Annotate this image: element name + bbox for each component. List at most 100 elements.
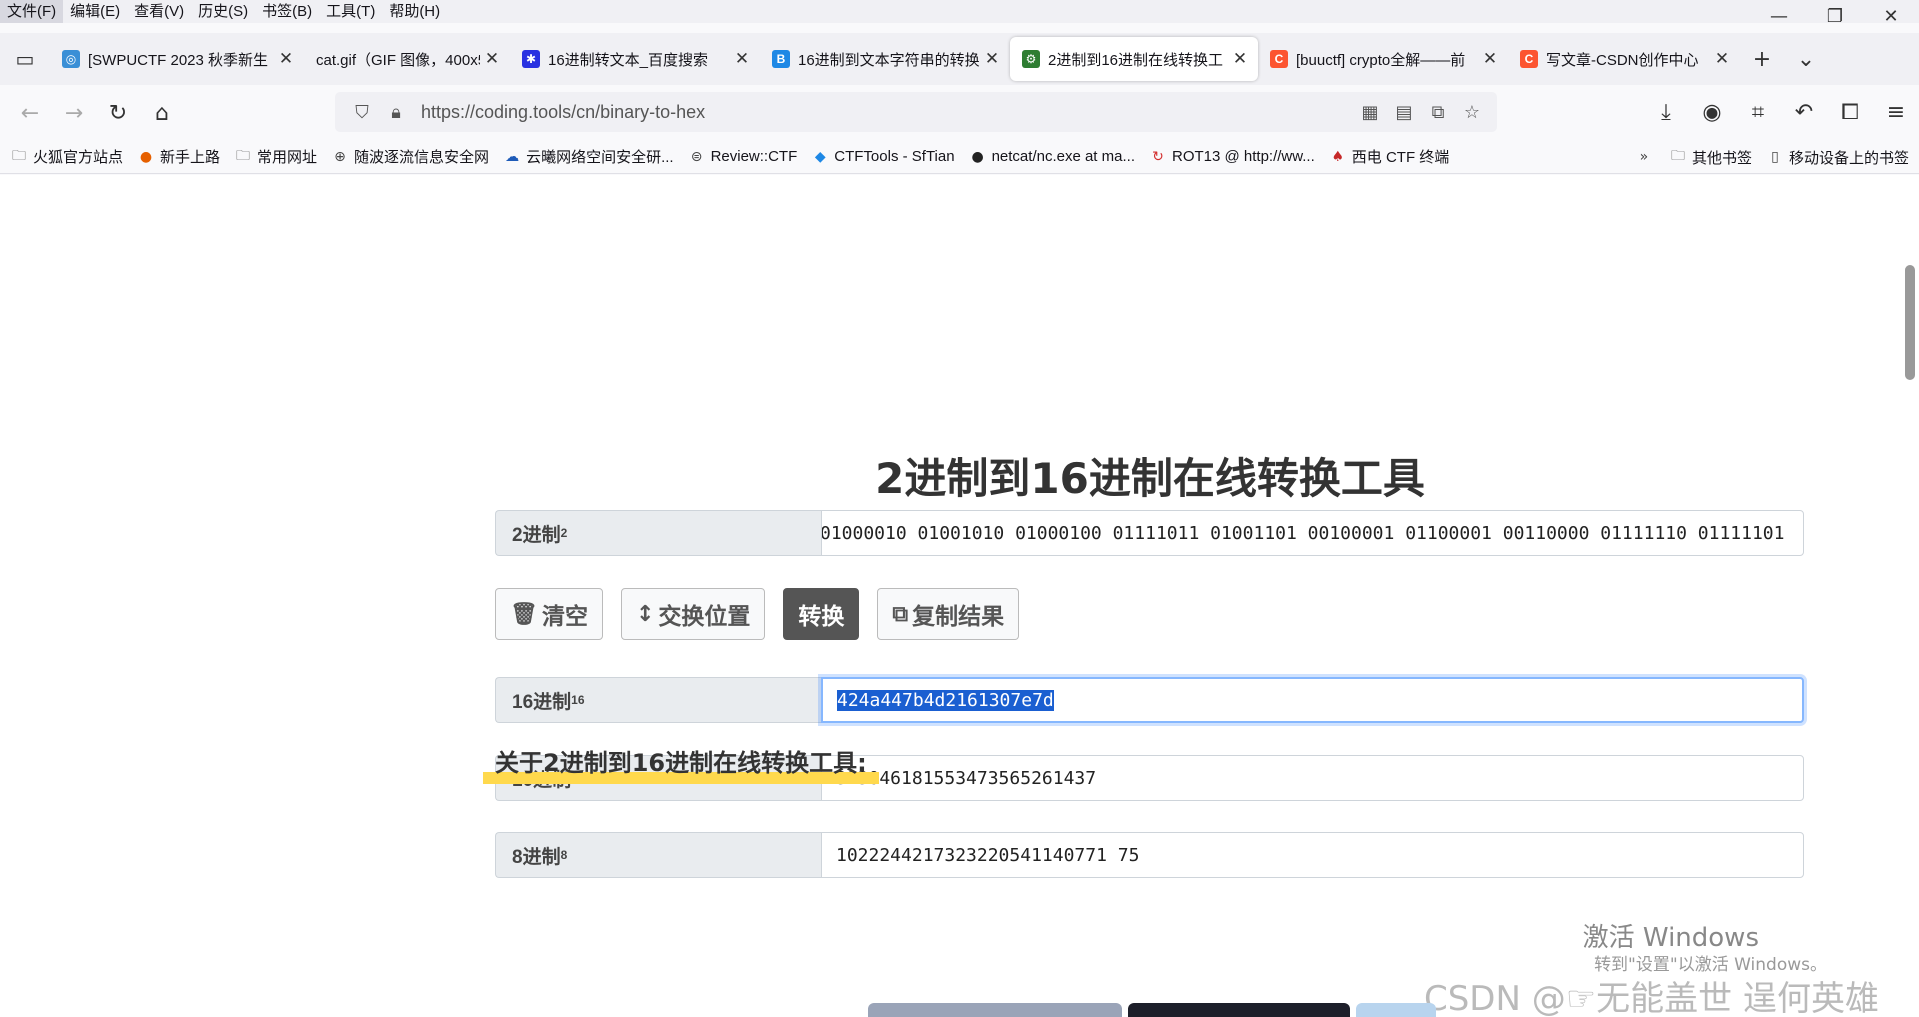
tab-favicon-icon: ◎ <box>62 50 80 68</box>
bookmark-label: 火狐官方站点 <box>33 149 124 166</box>
clear-button[interactable]: 🗑︎ 清空 <box>495 588 603 640</box>
menu-view[interactable]: 查看(V) <box>127 0 191 23</box>
hex-output[interactable]: 424a447b4d2161307e7d <box>821 677 1804 723</box>
bookmark-label: CTFTools - SfTian <box>834 148 955 165</box>
bookmark-item[interactable]: ◆ CTFTools - SfTian <box>811 148 955 166</box>
tab-active[interactable]: ⚙ 2进制到16进制在线转换工 ✕ <box>1010 37 1258 81</box>
qr-code-icon[interactable]: ▦ <box>1353 97 1387 127</box>
thumbnail[interactable] <box>1356 1003 1436 1017</box>
new-tab-icon[interactable]: + <box>1740 39 1784 79</box>
bookmark-item[interactable]: ⊕ 随波逐流信息安全网 <box>331 146 489 167</box>
action-buttons: 🗑︎ 清空 ↕ 交换位置 转换 ⧉ 复制结果 <box>495 588 1020 640</box>
back-icon[interactable]: ← <box>8 93 52 133</box>
menu-edit[interactable]: 编辑(E) <box>63 0 127 23</box>
thumbnail[interactable] <box>868 1003 1122 1017</box>
minimize-icon[interactable]: — <box>1751 0 1807 33</box>
extensions-icon[interactable]: ⧠ <box>1827 92 1873 132</box>
bookmark-label: 其他书签 <box>1691 149 1752 167</box>
octal-label: 8进制 8 <box>495 832 821 878</box>
scrollbar-thumb[interactable] <box>1905 265 1915 380</box>
tab-list-icon[interactable]: ▭ <box>0 39 50 79</box>
bookmark-item[interactable]: ♠ 西电 CTF 终端 <box>1329 146 1450 167</box>
copy-label: 复制结果 <box>912 604 1005 630</box>
swap-label: 交换位置 <box>658 604 751 630</box>
url-bar[interactable]: ⛉ 🔒︎ https://coding.tools/cn/binary-to-h… <box>335 92 1497 132</box>
page-content: 2进制到16进制在线转换工具 2进制 2 01000010 01001010 01… <box>0 175 1919 1017</box>
reload-icon[interactable]: ↻ <box>96 93 140 133</box>
thumbnail[interactable] <box>1128 1003 1350 1017</box>
bookmark-item[interactable]: ↻ ROT13 @ http://ww... <box>1149 148 1315 166</box>
bookmark-item[interactable]: ● netcat/nc.exe at ma... <box>969 148 1135 166</box>
close-window-icon[interactable]: ✕ <box>1863 0 1919 33</box>
trash-icon: 🗑︎ <box>510 601 538 627</box>
undo-icon[interactable]: ↶ <box>1781 92 1827 132</box>
menu-bookmarks[interactable]: 书签(B) <box>255 0 319 23</box>
swap-button[interactable]: ↕ 交换位置 <box>620 588 766 640</box>
swap-vertical-icon: ↕ <box>635 601 655 627</box>
tab[interactable]: cat.gif（GIF 图像，400x500 像 ✕ <box>304 37 510 81</box>
tab-favicon-icon: ⚙ <box>1022 50 1040 68</box>
account-icon[interactable]: ◉ <box>1689 92 1735 132</box>
forward-icon[interactable]: → <box>52 93 96 133</box>
menu-file[interactable]: 文件(F) <box>0 0 64 23</box>
binary-input[interactable]: 01000010 01001010 01000100 01111011 0100… <box>821 510 1804 556</box>
tab[interactable]: C [buuctf] crypto全解——前 ✕ <box>1258 37 1508 81</box>
restore-icon[interactable]: ❐ <box>1807 0 1863 33</box>
screenshot-icon[interactable]: ⧉ <box>1421 97 1455 127</box>
bookmark-item[interactable]: ⊜ Review::CTF <box>688 148 798 166</box>
home-icon[interactable]: ⌂ <box>140 93 184 133</box>
tab-close-icon[interactable]: ✕ <box>1482 49 1498 69</box>
folder-icon: 🗀 <box>1670 148 1685 164</box>
mobile-icon: ▯ <box>1771 149 1779 165</box>
download-icon[interactable]: ⤓ <box>1643 92 1689 132</box>
bookmark-item[interactable]: ☁ 云曦网络空间安全研... <box>503 146 674 167</box>
bookmark-item[interactable]: 🗀 常用网址 <box>234 146 317 167</box>
tab-close-icon[interactable]: ✕ <box>984 49 1000 69</box>
menu-history[interactable]: 历史(S) <box>191 0 255 23</box>
tab-title: 16进制转文本_百度搜索 <box>548 51 709 69</box>
tab[interactable]: B 16进制到文本字符串的转换 ✕ <box>760 37 1010 81</box>
reader-view-icon[interactable]: ▤ <box>1387 97 1421 127</box>
globe-icon: ⊕ <box>334 148 346 165</box>
binary-value: 01000010 01001010 01000100 01111011 0100… <box>821 522 1785 544</box>
about-heading: 关于2进制到16进制在线转换工具: <box>483 743 879 784</box>
url-text[interactable]: https://coding.tools/cn/binary-to-hex <box>421 102 1353 123</box>
baidu-paw-icon: ✱ <box>522 50 540 68</box>
thumbnail-strip <box>868 1003 1436 1017</box>
tab-close-icon[interactable]: ✕ <box>1232 49 1248 69</box>
menu-help[interactable]: 帮助(H) <box>382 0 447 23</box>
lock-icon[interactable]: 🔒︎ <box>379 97 413 127</box>
tab[interactable]: C 写文章-CSDN创作中心 ✕ <box>1508 37 1740 81</box>
tab-close-icon[interactable]: ✕ <box>278 49 294 69</box>
tab-close-icon[interactable]: ✕ <box>484 49 500 69</box>
tab[interactable]: ✱ 16进制转文本_百度搜索 ✕ <box>510 37 760 81</box>
menu-tools[interactable]: 工具(T) <box>319 0 382 23</box>
rot13-icon: ↻ <box>1152 148 1164 165</box>
firefox-icon: ● <box>139 148 153 165</box>
mobile-bookmarks[interactable]: ▯ 移动设备上的书签 <box>1766 147 1909 168</box>
tab-title: 2进制到16进制在线转换工 <box>1048 51 1224 69</box>
xidian-icon: ♠ <box>1331 148 1345 165</box>
convert-button[interactable]: 转换 <box>783 588 860 640</box>
shield-icon[interactable]: ⛉ <box>345 97 379 127</box>
star-icon[interactable]: ☆ <box>1455 97 1489 127</box>
github-icon: ● <box>971 148 984 165</box>
bookmark-item[interactable]: 🗀 火狐官方站点 <box>10 146 123 167</box>
copy-result-button[interactable]: ⧉ 复制结果 <box>877 588 1020 640</box>
folder-icon: 🗀 <box>12 147 26 164</box>
binary-label-text: 2进制 <box>512 524 561 546</box>
chevron-double-right-icon[interactable]: » <box>1635 148 1653 166</box>
bookmark-label: ROT13 @ http://ww... <box>1172 148 1315 165</box>
decimal-output[interactable]: 313046181553473565261437 <box>821 755 1804 801</box>
tab-close-icon[interactable]: ✕ <box>734 49 750 69</box>
other-bookmarks[interactable]: 🗀 其他书签 <box>1669 147 1752 168</box>
menu-icon[interactable]: ≡ <box>1873 92 1919 132</box>
tab[interactable]: ◎ [SWPUCTF 2023 秋季新生 ✕ <box>50 37 304 81</box>
tab-favicon-icon: B <box>772 50 790 68</box>
tab-bar: ▭ ◎ [SWPUCTF 2023 秋季新生 ✕ cat.gif（GIF 图像，… <box>0 33 1919 85</box>
chevron-down-icon[interactable]: ⌄ <box>1784 39 1828 79</box>
crop-icon[interactable]: ⌗ <box>1735 92 1781 132</box>
tab-close-icon[interactable]: ✕ <box>1714 49 1730 69</box>
octal-output[interactable]: 1022244217323220541140771 75 <box>821 832 1804 878</box>
bookmark-item[interactable]: ● 新手上路 <box>137 146 220 167</box>
